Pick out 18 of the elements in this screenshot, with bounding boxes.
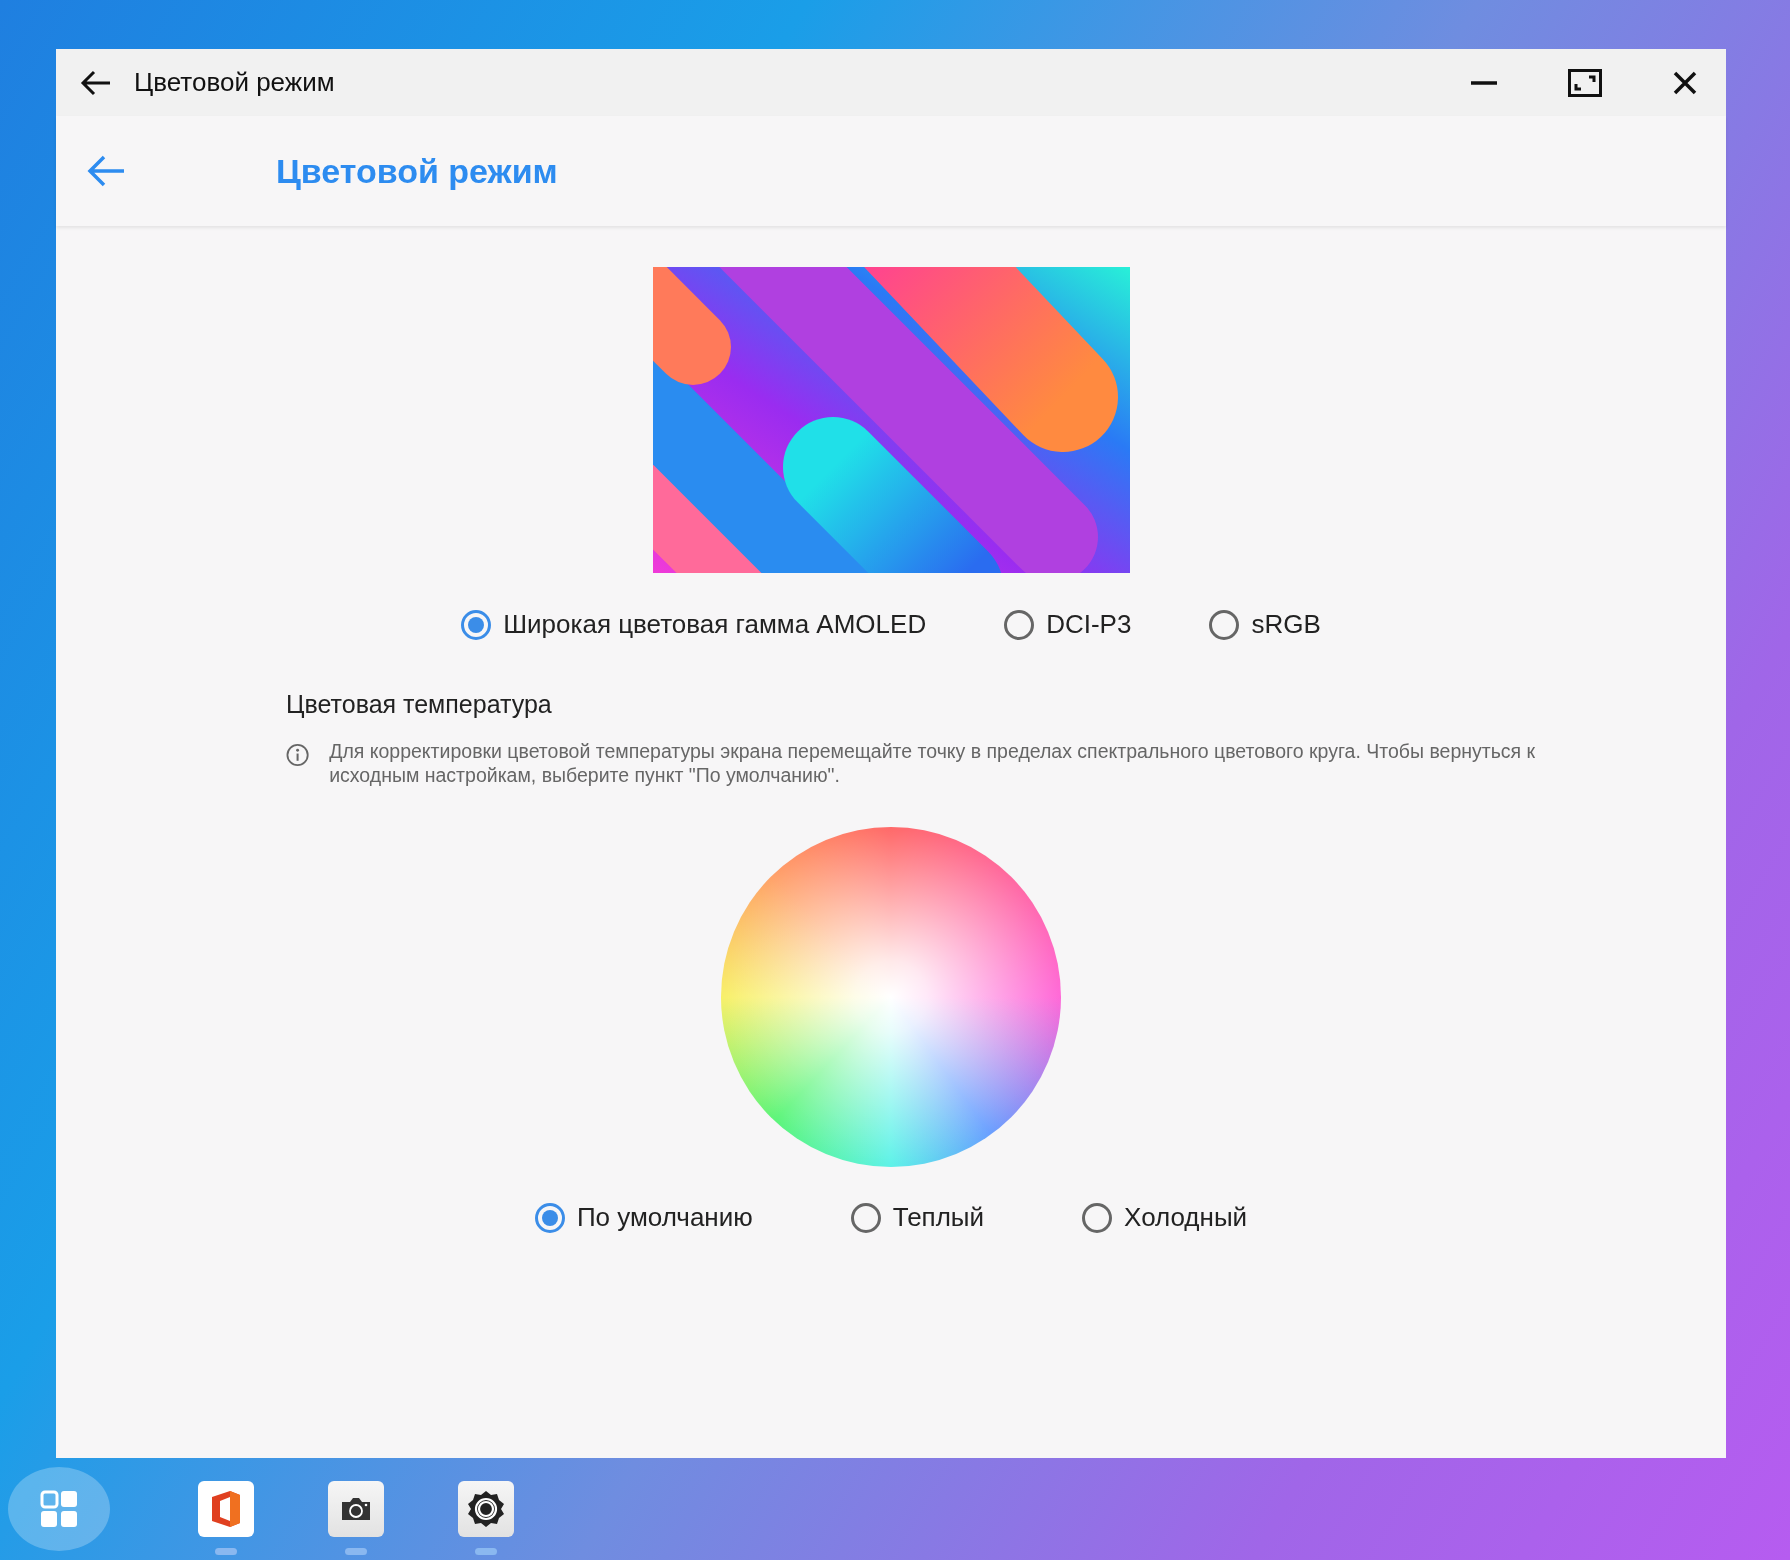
radio-option[interactable]: Теплый	[850, 1202, 985, 1233]
hint-text: Для корректировки цветовой температуры экрана перемещайте точку в пределах спектрального цветового круга. Чтобы вернуться к исходным настройкам, выберите пункт "По умолчанию".	[329, 739, 1537, 787]
running-indicator	[475, 1548, 497, 1555]
radio-option[interactable]: По умолчанию	[534, 1202, 753, 1233]
camera-app-icon[interactable]	[328, 1481, 384, 1537]
radio-option[interactable]: sRGB	[1209, 609, 1321, 640]
running-indicator	[345, 1548, 367, 1555]
section-title: Цветовая температура	[286, 690, 553, 719]
window-title: Цветовой режим	[134, 67, 336, 98]
back-arrow-icon[interactable]	[80, 68, 112, 97]
radio-option[interactable]: Широкая цветовая гамма AMOLED	[461, 609, 927, 640]
running-indicator	[215, 1548, 237, 1555]
gear-app-icon[interactable]	[458, 1481, 514, 1537]
page-title: Цветовой режим	[276, 151, 558, 191]
radio-option[interactable]: Холодный	[1082, 1202, 1248, 1233]
office-app-icon[interactable]	[198, 1481, 254, 1537]
radio-option[interactable]: DCI-P3	[1004, 609, 1132, 640]
minimize-icon	[1470, 80, 1498, 85]
